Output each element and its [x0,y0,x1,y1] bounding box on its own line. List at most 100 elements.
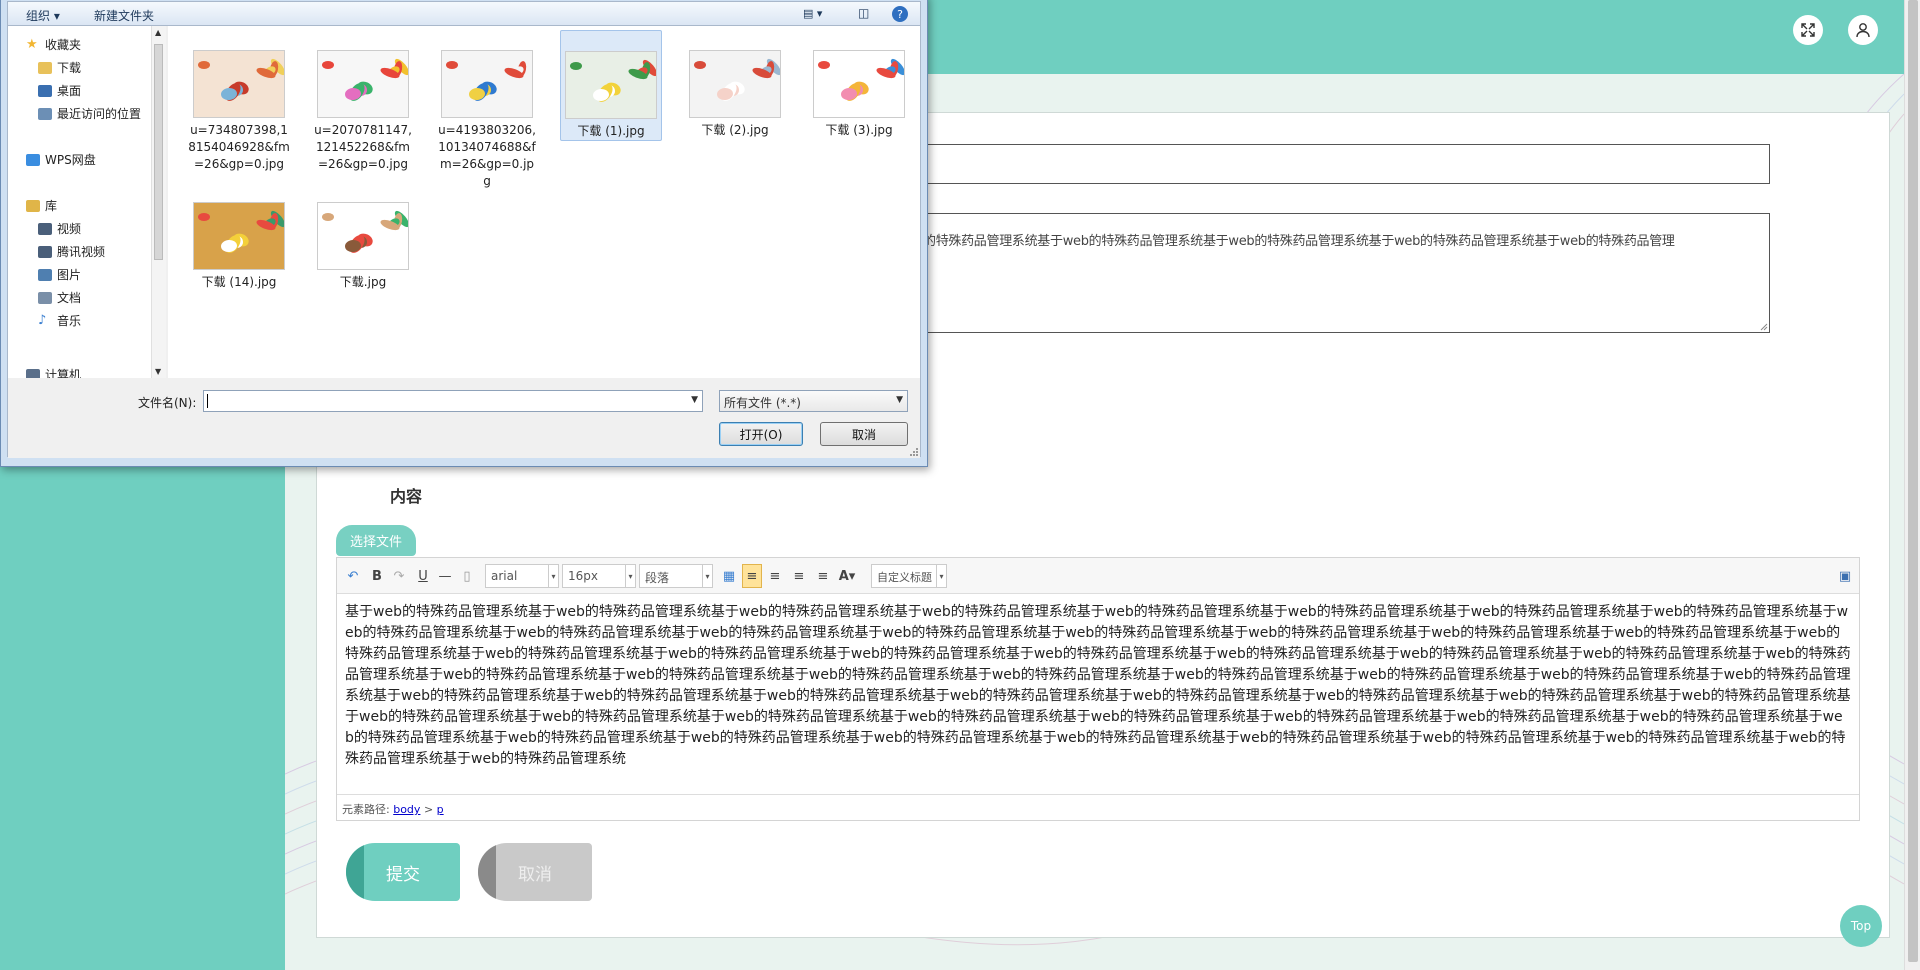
custom-title-select[interactable]: 自定义标题 ▾ [871,564,947,588]
file-thumbnail [193,202,285,270]
path-p-link[interactable]: p [437,803,444,816]
page-scrollbar[interactable] [1904,0,1920,970]
nav-item[interactable]: 图片 [38,266,81,283]
page-icon[interactable]: ▯ [459,568,475,584]
submit-button[interactable]: 提交 [346,843,460,901]
user-button[interactable] [1848,15,1878,45]
filename-label: 文件名(N): [138,396,197,410]
file-name: 10134074688&f [438,140,536,154]
file-thumbnail [565,51,657,119]
file-name: =26&gp=0.jpg [194,157,284,171]
cancel-accent [478,843,496,901]
font-size-select[interactable]: 16px ▾ [562,564,636,588]
file-thumbnail [317,202,409,270]
file-name: 下载.jpg [339,275,387,289]
dialog-cancel-button[interactable]: 取消 [820,422,908,446]
file-name: m=26&gp=0.jp [439,157,535,171]
scrollbar-thumb[interactable] [1908,0,1918,962]
bold-icon[interactable]: B [369,568,385,584]
chevron-down-icon: ▾ [936,565,946,587]
nav-item[interactable]: 最近访问的位置 [38,105,141,122]
align-center-icon[interactable]: ≡ [791,568,807,584]
description-textarea[interactable]: 的特殊药品管理系统基于web的特殊药品管理系统基于web的特殊药品管理系统基于w… [920,213,1770,333]
content-label: 内容 [390,487,423,506]
nav-item[interactable]: 库 [26,197,57,214]
nav-item[interactable]: 文档 [38,289,81,306]
back-to-top-button[interactable]: Top [1840,905,1882,947]
nav-item-label: 最近访问的位置 [57,107,142,121]
file-name: 下载 (2).jpg [701,123,769,137]
choose-file-button[interactable]: 选择文件 [336,525,416,556]
redo-icon[interactable]: ↷ [391,568,407,584]
file-name: 下载 (14).jpg [201,275,277,289]
tencent-video-icon [38,245,52,258]
file-item[interactable]: 下载 (3).jpg [808,30,910,139]
file-thumbnail [441,50,533,118]
fullscreen-editor-icon[interactable]: ▣ [1837,568,1853,584]
filetype-value: 所有文件 (*.*) [724,396,801,410]
new-folder-button[interactable]: 新建文件夹 [94,7,154,24]
file-item[interactable]: 下载 (2).jpg [684,50,786,139]
scroll-up-icon[interactable]: ▲ [155,28,161,37]
file-item[interactable]: 下载 (14).jpg [188,202,290,291]
align-left-icon[interactable]: ≡ [742,564,762,588]
nav-item[interactable]: 下载 [38,59,81,76]
paragraph-select[interactable]: 段落 ▾ [639,564,713,588]
nav-item-label: 图片 [57,268,82,282]
file-item[interactable]: u=2070781147, 121452268&fm =26&gp=0.jpg [312,50,414,173]
name-input[interactable] [920,144,1770,184]
open-button[interactable]: 打开(O) [719,422,803,446]
scroll-down-icon[interactable]: ▼ [155,367,161,376]
font-color-icon[interactable]: A▾ [839,568,856,584]
file-thumbnail [813,50,905,118]
filename-input[interactable]: ▼ [203,390,703,412]
font-size-value: 16px [568,569,598,583]
file-item[interactable]: 下载 (1).jpg [560,30,662,141]
file-name: g [483,174,491,188]
horizontal-rule-icon[interactable]: — [437,568,453,584]
file-name: =26&gp=0.jpg [318,157,408,171]
organize-menu[interactable]: 组织 ▾ [26,7,60,24]
documents-icon [38,291,52,304]
fullscreen-button[interactable] [1793,15,1823,45]
path-body-link[interactable]: body [393,803,420,816]
nav-item-label: WPS网盘 [45,153,96,167]
nav-item[interactable]: ♪ 音乐 [38,312,81,329]
resize-grip-icon [910,448,918,456]
nav-item-label: 收藏夹 [45,38,82,52]
chevron-down-icon: ▾ [702,565,712,587]
nav-item[interactable]: 腾讯视频 [38,243,105,260]
align-justify-icon[interactable]: ≡ [815,568,831,584]
view-icon[interactable]: ▤ ▾ [803,7,822,20]
pictures-icon [38,268,52,281]
element-path-label: 元素路径: [342,803,390,816]
cancel-form-button[interactable]: 取消 [478,843,592,901]
nav-item[interactable]: 计算机 [26,366,81,378]
chevron-down-icon: ▾ [625,565,635,587]
preview-pane-icon[interactable]: ◫ [858,6,869,20]
download-folder-icon [38,61,52,74]
nav-item[interactable]: 桌面 [38,82,81,99]
nav-item[interactable]: 视频 [38,220,81,237]
custom-title-value: 自定义标题 [877,571,932,584]
underline-icon[interactable]: U [415,568,431,584]
align-right-icon[interactable]: ≡ [767,568,783,584]
editor-toolbar: ↶ B ↷ U — ▯ arial ▾ 16px ▾ 段落 ▾ ▦ ≡ ≡ ≡ ≡ A… [337,558,1859,594]
file-item[interactable]: 下载.jpg [312,202,414,291]
file-name: 8154046928&fm [188,140,290,154]
file-name: u=734807398,1 [190,123,288,137]
filetype-select[interactable]: 所有文件 (*.*) ▼ [719,390,908,412]
editor-content[interactable]: 基于web的特殊药品管理系统基于web的特殊药品管理系统基于web的特殊药品管理… [337,594,1859,794]
element-path-bar: 元素路径: body > p [337,794,1859,820]
table-icon[interactable]: ▦ [721,568,737,584]
nav-item[interactable]: ★ 收藏夹 [26,36,81,53]
nav-scrollbar[interactable]: ▲ ▼ [151,26,166,378]
font-family-select[interactable]: arial ▾ [485,564,559,588]
help-icon[interactable]: ? [892,6,908,22]
nav-scroll-thumb[interactable] [154,44,163,260]
file-item[interactable]: u=734807398,1 8154046928&fm =26&gp=0.jpg [188,50,290,173]
submit-label: 提交 [386,864,420,885]
file-item[interactable]: u=4193803206, 10134074688&f m=26&gp=0.jp g [436,50,538,190]
nav-item[interactable]: WPS网盘 [26,151,96,168]
undo-icon[interactable]: ↶ [345,568,361,584]
